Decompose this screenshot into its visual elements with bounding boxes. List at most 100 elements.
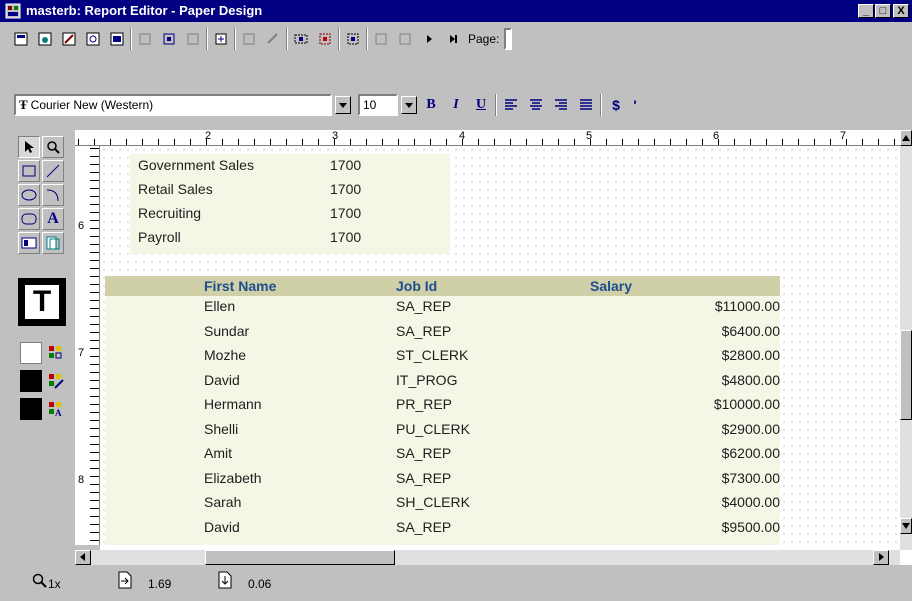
rectangle-tool-icon[interactable] — [18, 160, 40, 182]
job-id-cell[interactable]: IT_PROG — [396, 372, 457, 388]
edit-report-icon[interactable] — [58, 28, 80, 50]
department-name[interactable]: Retail Sales — [138, 181, 213, 197]
text-tool-icon[interactable]: A — [42, 208, 64, 230]
salary-cell[interactable]: $6200.00 — [722, 445, 780, 461]
font-size-dropdown-button[interactable] — [401, 96, 417, 114]
first-page-icon[interactable] — [370, 28, 392, 50]
vertical-scrollbar[interactable] — [900, 130, 912, 550]
department-value[interactable]: 1700 — [330, 229, 361, 245]
select-all-icon[interactable] — [342, 28, 364, 50]
italic-button[interactable]: I — [445, 94, 467, 116]
salary-cell[interactable]: $10000.00 — [714, 396, 780, 412]
salary-cell[interactable]: $7300.00 — [722, 470, 780, 486]
align-text-center-icon[interactable] — [525, 94, 547, 116]
paper-layout-icon[interactable] — [106, 28, 128, 50]
salary-cell[interactable]: $2900.00 — [722, 421, 780, 437]
salary-cell[interactable]: $11000.00 — [715, 298, 780, 314]
scroll-down-button[interactable] — [900, 518, 912, 534]
minimize-button[interactable]: _ — [858, 4, 874, 18]
magnify-tool-icon[interactable] — [42, 136, 64, 158]
page-input[interactable] — [504, 28, 513, 50]
bold-button[interactable]: B — [420, 94, 442, 116]
font-name-dropdown-button[interactable] — [335, 96, 351, 114]
align-text-right-icon[interactable] — [550, 94, 572, 116]
maximize-button[interactable]: □ — [875, 4, 891, 18]
align-text-justify-icon[interactable] — [575, 94, 597, 116]
salary-cell[interactable]: $9500.00 — [722, 519, 780, 535]
first-name-cell[interactable]: David — [204, 372, 240, 388]
line-color-icon[interactable] — [48, 373, 64, 389]
align-text-left-icon[interactable] — [500, 94, 522, 116]
scroll-right-button[interactable] — [873, 550, 889, 565]
underline-button[interactable]: U — [470, 94, 492, 116]
align-center-icon[interactable] — [158, 28, 180, 50]
first-name-cell[interactable]: David — [204, 519, 240, 535]
snap-icon[interactable] — [210, 28, 232, 50]
line-tool-icon[interactable] — [42, 160, 64, 182]
last-page-icon[interactable] — [442, 28, 464, 50]
select-tool-arrow-icon[interactable] — [18, 136, 40, 158]
job-id-header[interactable]: Job Id — [396, 278, 437, 294]
salary-cell[interactable]: $2800.00 — [722, 347, 780, 363]
ellipse-tool-icon[interactable] — [18, 184, 40, 206]
scroll-up-button[interactable] — [900, 130, 912, 146]
department-name[interactable]: Recruiting — [138, 205, 201, 221]
frame-tool-icon[interactable] — [42, 232, 64, 254]
first-name-header[interactable]: First Name — [204, 278, 276, 294]
new-report-icon[interactable] — [10, 28, 32, 50]
report-canvas[interactable]: Government Sales 1700 Retail Sales 1700 … — [100, 146, 900, 545]
first-name-cell[interactable]: Ellen — [204, 298, 235, 314]
field-tool-icon[interactable] — [18, 232, 40, 254]
salary-cell[interactable]: $4000.00 — [722, 494, 780, 510]
ungroup-icon[interactable] — [314, 28, 336, 50]
department-value[interactable]: 1700 — [330, 205, 361, 221]
job-id-cell[interactable]: PR_REP — [396, 396, 452, 412]
department-name[interactable]: Payroll — [138, 229, 181, 245]
text-color-sample[interactable]: T — [18, 278, 66, 326]
open-report-icon[interactable] — [34, 28, 56, 50]
align-left-icon[interactable] — [134, 28, 156, 50]
close-button[interactable]: X — [893, 4, 909, 18]
first-name-cell[interactable]: Amit — [204, 445, 232, 461]
salary-header[interactable]: Salary — [590, 278, 632, 294]
align-right-icon[interactable] — [182, 28, 204, 50]
line-color-swatch[interactable] — [20, 370, 42, 392]
department-value[interactable]: 1700 — [330, 157, 361, 173]
first-name-cell[interactable]: Mozhe — [204, 347, 246, 363]
first-name-cell[interactable]: Hermann — [204, 396, 262, 412]
job-id-cell[interactable]: SH_CLERK — [396, 494, 470, 510]
horizontal-scrollbar[interactable] — [75, 550, 900, 565]
text-color-swatch[interactable] — [20, 398, 42, 420]
job-id-cell[interactable]: SA_REP — [396, 298, 451, 314]
fill-color-icon[interactable] — [48, 345, 64, 361]
fill-color-swatch[interactable] — [20, 342, 42, 364]
scroll-left-button[interactable] — [75, 550, 91, 565]
salary-cell[interactable]: $4800.00 — [722, 372, 780, 388]
first-name-cell[interactable]: Sarah — [204, 494, 241, 510]
font-name-select[interactable]: Ŧ Courier New (Western) — [14, 94, 332, 116]
job-id-cell[interactable]: SA_REP — [396, 445, 451, 461]
frame-icon[interactable] — [238, 28, 260, 50]
group-icon[interactable] — [290, 28, 312, 50]
job-id-cell[interactable]: SA_REP — [396, 519, 451, 535]
next-page-icon[interactable] — [418, 28, 440, 50]
currency-button[interactable]: $ — [605, 94, 627, 116]
preview-icon[interactable] — [82, 28, 104, 50]
link-icon[interactable] — [262, 28, 284, 50]
arc-tool-icon[interactable] — [42, 184, 64, 206]
department-name[interactable]: Government Sales — [138, 157, 254, 173]
previous-page-icon[interactable] — [394, 28, 416, 50]
text-color-icon[interactable]: A — [48, 401, 64, 417]
font-size-select[interactable]: 10 — [358, 94, 398, 116]
salary-cell[interactable]: $6400.00 — [722, 323, 780, 339]
first-name-cell[interactable]: Elizabeth — [204, 470, 262, 486]
first-name-cell[interactable]: Sundar — [204, 323, 249, 339]
job-id-cell[interactable]: ST_CLERK — [396, 347, 468, 363]
job-id-cell[interactable]: SA_REP — [396, 470, 451, 486]
comma-button[interactable]: ' — [630, 94, 640, 116]
rounded-rectangle-tool-icon[interactable] — [18, 208, 40, 230]
horizontal-scroll-thumb[interactable] — [205, 550, 395, 565]
job-id-cell[interactable]: PU_CLERK — [396, 421, 470, 437]
vertical-scroll-thumb[interactable] — [900, 330, 912, 420]
department-value[interactable]: 1700 — [330, 181, 361, 197]
